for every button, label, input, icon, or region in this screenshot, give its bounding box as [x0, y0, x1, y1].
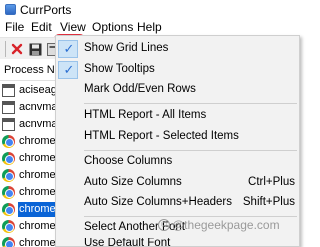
chrome-icon [2, 220, 15, 233]
list-item-selected[interactable]: chrome. [2, 201, 56, 218]
chrome-icon [2, 237, 15, 247]
chrome-icon [2, 152, 15, 165]
menu-options[interactable]: Options [92, 20, 133, 35]
list-item[interactable]: acnvmag [2, 116, 56, 133]
menu-item-mark-odd-even-rows[interactable]: Mark Odd/Even Rows [56, 80, 299, 100]
menu-item-show-grid-lines[interactable]: ✓ Show Grid Lines [56, 39, 299, 59]
menu-item-html-report-all[interactable]: HTML Report - All Items [56, 106, 299, 126]
menu-separator [84, 150, 297, 151]
list-item[interactable]: chrome. [2, 184, 56, 201]
list-item[interactable]: chrome. [2, 133, 56, 150]
menu-separator [84, 216, 297, 217]
list-item[interactable]: acnvmag [2, 99, 56, 116]
chrome-icon [2, 135, 15, 148]
menu-item-auto-size-columns[interactable]: Auto Size Columns Ctrl+Plus [56, 173, 299, 193]
menu-bar: File Edit View Options Help [0, 19, 300, 54]
view-menu-dropdown: ✓ Show Grid Lines ✓ Show Tooltips Mark O… [55, 35, 300, 247]
process-name: chrome. [19, 152, 56, 164]
menu-item-label: Show Grid Lines [84, 42, 169, 54]
process-name: chrome. [19, 186, 56, 198]
menu-help[interactable]: Help [137, 20, 162, 35]
menu-separator [84, 103, 297, 104]
menu-item-label: HTML Report - Selected Items [84, 130, 239, 142]
menu-item-shortcut: Shift+Plus [242, 196, 295, 208]
chrome-icon [2, 169, 15, 182]
menu-item-label: Mark Odd/Even Rows [84, 83, 196, 95]
console-icon [2, 118, 15, 131]
menu-edit[interactable]: Edit [31, 20, 52, 35]
watermark-text: @thegeekpage.com [172, 218, 280, 232]
checkmark-icon: ✓ [63, 62, 75, 77]
watermark: © @thegeekpage.com [158, 218, 280, 232]
console-icon [2, 84, 15, 97]
delete-x-icon[interactable] [9, 41, 25, 57]
title-bar: CurrPorts [0, 0, 300, 19]
list-item[interactable]: chrome. [2, 167, 56, 184]
process-name: chrome. [19, 135, 56, 147]
menu-item-html-report-selected[interactable]: HTML Report - Selected Items [56, 127, 299, 147]
menu-view[interactable]: View [60, 20, 86, 35]
menu-file[interactable]: File [5, 20, 24, 35]
menu-item-label: HTML Report - All Items [84, 109, 207, 121]
process-name: chrome. [19, 237, 56, 247]
process-name: chrome. [18, 202, 56, 217]
menu-item-label: Auto Size Columns [84, 176, 182, 188]
menu-item-use-default-font[interactable]: Use Default Font [56, 238, 299, 247]
menu-item-choose-columns[interactable]: Choose Columns [56, 152, 299, 172]
menu-item-label: Auto Size Columns+Headers [84, 196, 232, 208]
menu-item-shortcut: Ctrl+Plus [248, 176, 295, 188]
chrome-icon [2, 203, 15, 216]
save-icon[interactable] [27, 41, 43, 57]
process-name: acnvmag [19, 101, 56, 113]
menu-item-label: Choose Columns [84, 155, 173, 167]
checkmark-icon: ✓ [63, 41, 75, 56]
toolbar-separator [5, 41, 6, 57]
console-icon [2, 101, 15, 114]
menu-item-show-tooltips[interactable]: ✓ Show Tooltips [56, 60, 299, 80]
process-name: chrome. [19, 220, 56, 232]
copyright-icon: © [158, 219, 170, 231]
process-name: acnvmag [19, 118, 56, 130]
column-header-process-name[interactable]: Process Na [0, 59, 56, 81]
process-name: chrome. [19, 169, 56, 181]
process-list[interactable]: Process Na aciseage acnvmag acnvmag chro… [0, 59, 56, 247]
chrome-icon [2, 186, 15, 199]
list-item[interactable]: chrome. [2, 235, 56, 247]
list-item[interactable]: chrome. [2, 150, 56, 167]
process-name: aciseage [19, 84, 56, 96]
menu-item-label: Show Tooltips [84, 63, 155, 75]
list-item[interactable]: aciseage [2, 82, 56, 99]
menu-item-auto-size-columns-headers[interactable]: Auto Size Columns+Headers Shift+Plus [56, 193, 299, 213]
window-title: CurrPorts [20, 2, 72, 17]
menu-item-label: Use Default Font [84, 238, 171, 247]
app-icon [5, 4, 16, 15]
list-item[interactable]: chrome. [2, 218, 56, 235]
